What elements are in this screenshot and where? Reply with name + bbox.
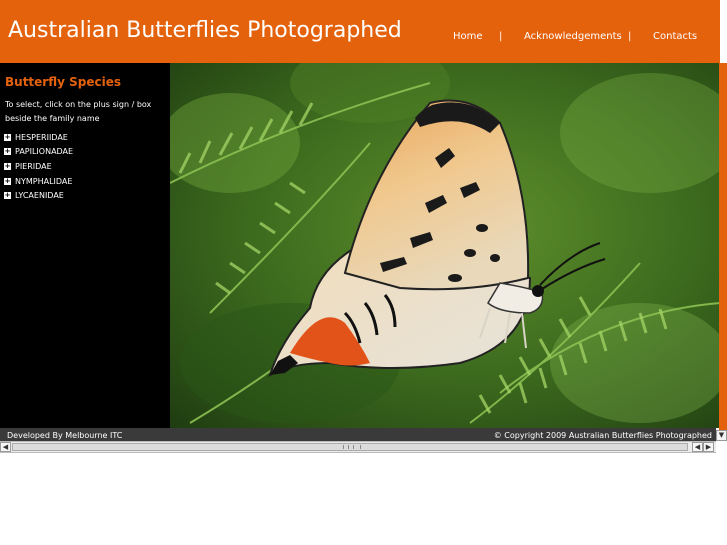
family-item-pieridae[interactable]: + PIERIDAE [4, 159, 73, 174]
butterfly-photo-image [170, 63, 720, 428]
family-label[interactable]: PAPILIONADAE [15, 147, 73, 156]
site-header: Australian Butterflies Photographed Home… [0, 0, 720, 63]
family-tree: + HESPERIIDAE + PAPILIONADAE + PIERIDAE … [4, 130, 73, 203]
plus-box-icon[interactable]: + [4, 192, 11, 200]
scroll-left-arrow-icon[interactable]: ◀ [692, 442, 703, 452]
sidebar-instructions: To select, click on the plus sign / box … [5, 100, 152, 123]
copyright-text: © Copyright 2009 Australian Butterflies … [493, 431, 712, 440]
plus-box-icon[interactable]: + [4, 133, 11, 141]
family-label[interactable]: NYMPHALIDAE [15, 177, 72, 186]
family-label[interactable]: HESPERIIDAE [15, 133, 68, 142]
family-item-nymphalidae[interactable]: + NYMPHALIDAE [4, 174, 73, 189]
family-label[interactable]: PIERIDAE [15, 162, 52, 171]
nav-contacts-link[interactable]: Contacts [653, 31, 697, 42]
vertical-scroll-thumb[interactable] [719, 63, 727, 428]
nav-home-link[interactable]: Home [453, 31, 483, 42]
family-item-lycaenidae[interactable]: + LYCAENIDAE [4, 188, 73, 203]
family-item-papilionadae[interactable]: + PAPILIONADAE [4, 145, 73, 160]
family-item-hesperiidae[interactable]: + HESPERIIDAE [4, 130, 73, 145]
plus-box-icon[interactable]: + [4, 177, 11, 185]
site-footer: Developed By Melbourne ITC © Copyright 2… [0, 428, 716, 442]
horizontal-scroll-thumb[interactable] [12, 443, 688, 451]
plus-box-icon[interactable]: + [4, 148, 11, 156]
nav-separator: | [628, 31, 632, 42]
nav-separator: | [499, 31, 503, 42]
developer-credit: Developed By Melbourne ITC [7, 431, 123, 440]
plus-box-icon[interactable]: + [4, 162, 11, 170]
species-sidebar: Butterfly Species To select, click on th… [0, 63, 170, 428]
site-title: Australian Butterflies Photographed [8, 18, 402, 43]
horizontal-scrollbar[interactable]: ◀ ◀ ▶ [0, 441, 716, 453]
scroll-grip-icon [343, 445, 361, 449]
scroll-left-arrow-icon[interactable]: ◀ [0, 442, 11, 452]
scroll-right-arrow-icon[interactable]: ▶ [703, 442, 714, 452]
vertical-scrollbar[interactable] [719, 63, 727, 441]
sidebar-title: Butterfly Species [5, 75, 121, 89]
scroll-down-arrow-icon[interactable]: ▼ [716, 430, 727, 441]
nav-acknowledgements-link[interactable]: Acknowledgements [524, 31, 622, 42]
family-label[interactable]: LYCAENIDAE [15, 191, 64, 200]
butterfly-photo [170, 63, 720, 428]
